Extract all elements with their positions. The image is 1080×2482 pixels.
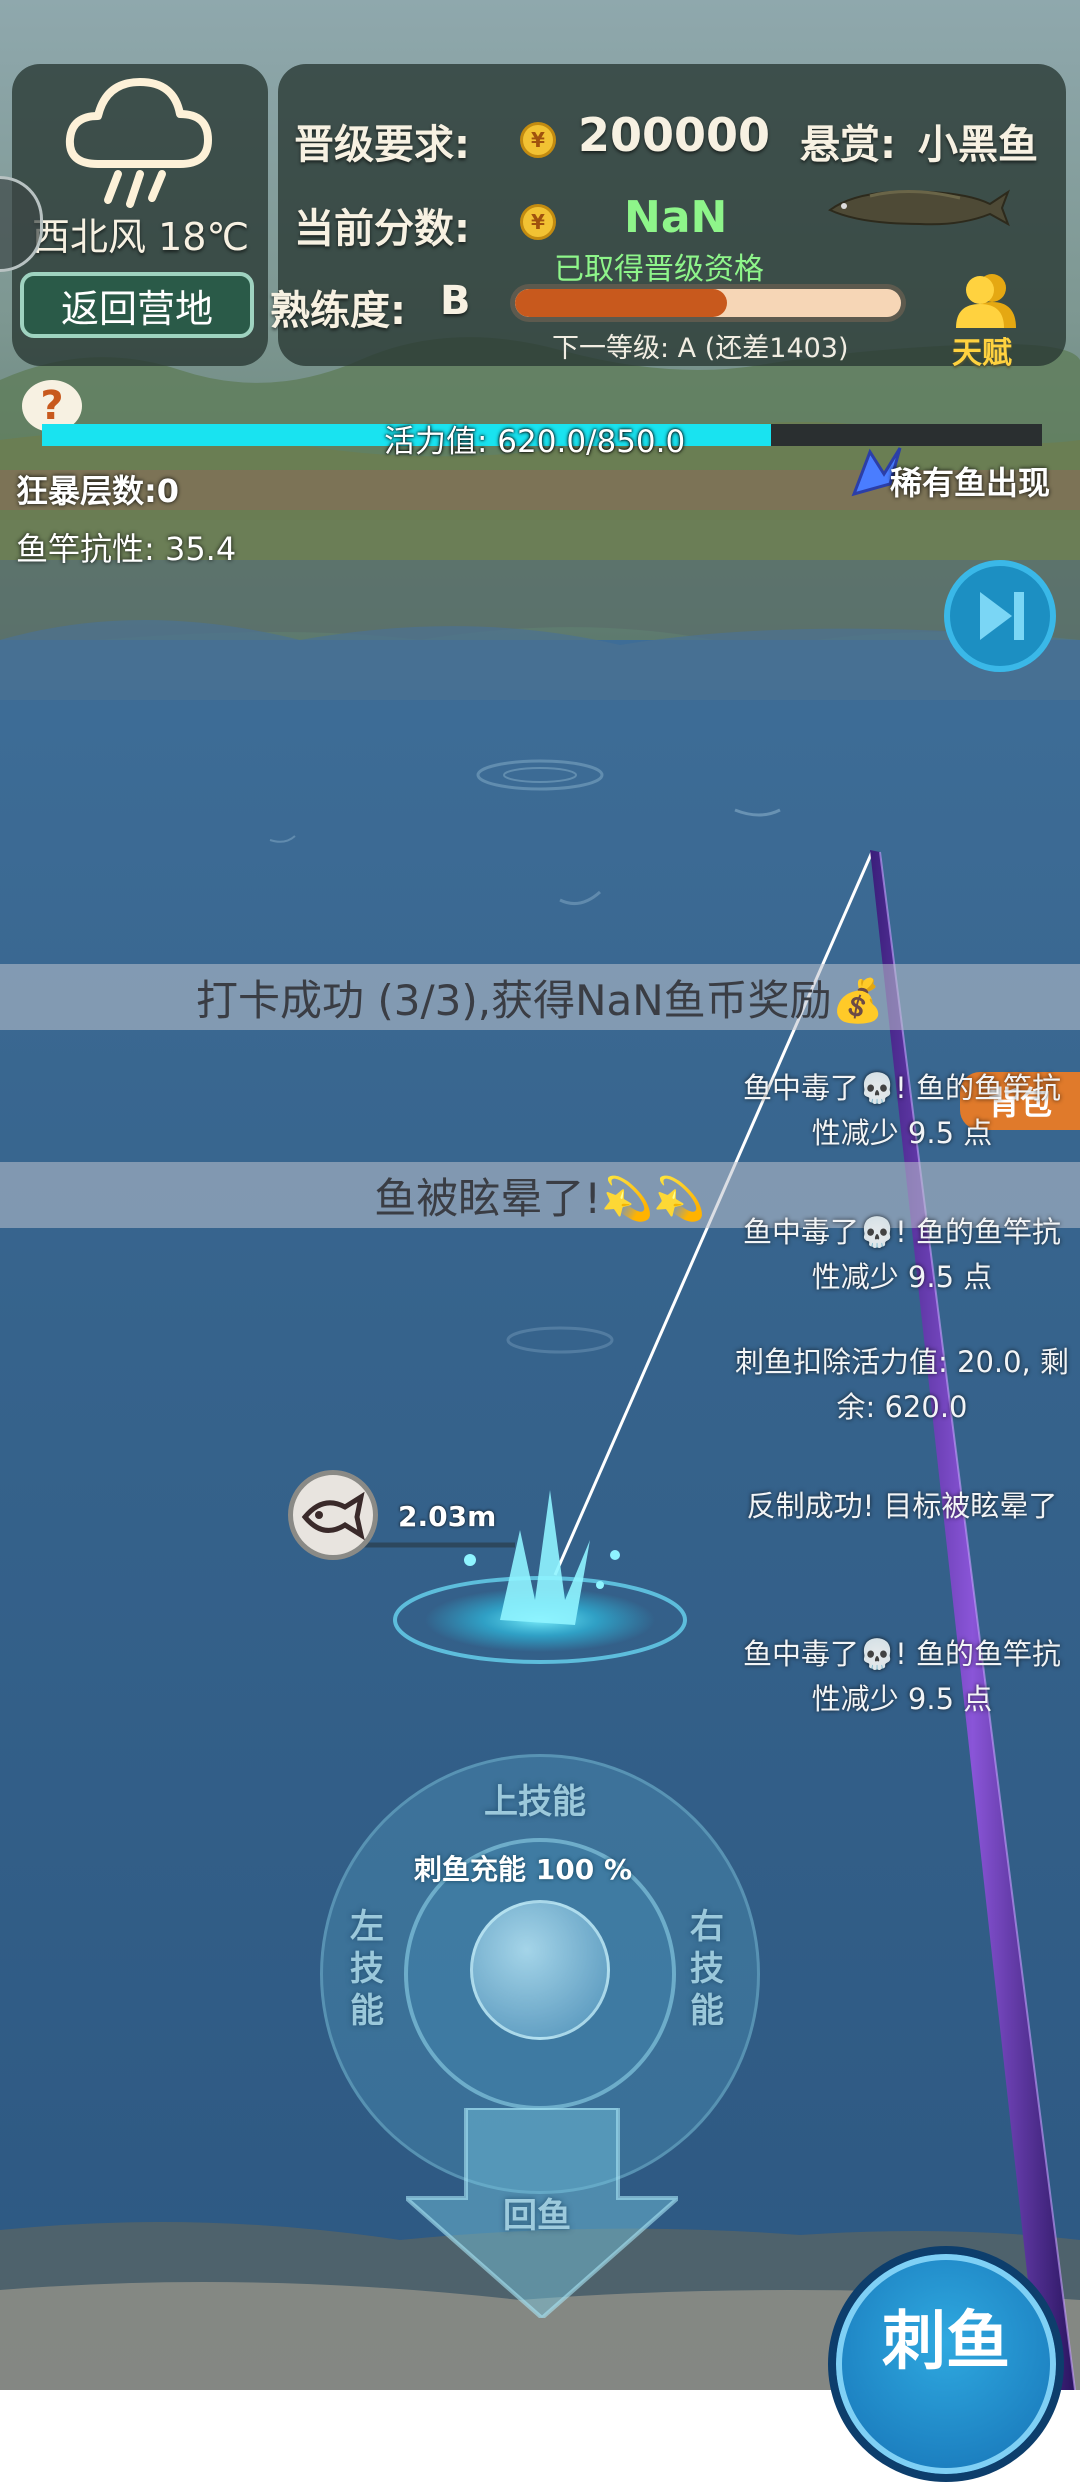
rare-fish-label: 稀有鱼出现: [890, 464, 1051, 502]
log-message: 鱼中毒了💀! 鱼的鱼竿抗性减少 9.5 点: [743, 1637, 1061, 1716]
joystick-knob[interactable]: [470, 1900, 610, 2040]
vitality-text: 活力值: 620.0/850.0: [384, 424, 686, 460]
log-message: 鱼中毒了💀! 鱼的鱼竿抗性减少 9.5 点: [743, 1215, 1061, 1294]
question-icon: ?: [40, 383, 64, 429]
talent-button[interactable]: 天赋: [944, 270, 1024, 371]
bounty-fish-icon: [828, 189, 1010, 227]
reel-label: 回鱼: [503, 2196, 571, 2236]
log-message: 刺鱼扣除活力值: 20.0, 剩余: 620.0: [735, 1345, 1069, 1424]
left-skill-button[interactable]: 左技能: [350, 1906, 390, 2032]
qualified-status: 已取得晋级资格: [554, 252, 764, 287]
proficiency-grade: B: [440, 278, 471, 324]
skip-button[interactable]: [944, 560, 1056, 672]
charge-status: 刺鱼充能 100 %: [414, 1853, 632, 1886]
stab-fish-label: 刺鱼: [882, 2305, 1010, 2379]
log-message: 反制成功! 目标被眩晕了: [746, 1489, 1058, 1523]
skip-forward-icon: [980, 592, 1024, 640]
wind-direction: 西北风: [32, 215, 147, 259]
promotion-label: 晋级要求:: [294, 122, 470, 168]
rod-resistance-text: 鱼竿抗性: 35.4: [16, 530, 237, 568]
fish-distance: 2.03m: [398, 1500, 497, 1533]
score-label: 当前分数:: [294, 206, 470, 252]
return-camp-label: 返回营地: [60, 286, 213, 331]
coin-icon: ¥: [520, 204, 556, 240]
fish-icon: [301, 1491, 365, 1541]
score-value: NaN: [624, 192, 728, 243]
weather-panel: 西北风 18℃ 返回营地: [12, 64, 268, 366]
return-camp-button[interactable]: 返回营地: [20, 272, 254, 338]
bounty-label: 悬赏:: [800, 122, 896, 168]
proficiency-fill: [515, 289, 728, 317]
fish-marker: [288, 1470, 378, 1560]
proficiency-label: 熟练度:: [270, 288, 406, 334]
checkin-banner: 打卡成功 (3/3),获得NaN鱼币奖励💰: [0, 964, 1080, 1030]
rare-fish-indicator: 稀有鱼出现: [850, 444, 1080, 502]
rage-stack-text: 狂暴层数:0: [16, 472, 180, 510]
rain-cloud-icon: [65, 78, 212, 208]
bounty-fish-name: 小黑鱼: [918, 122, 1038, 168]
coin-icon: ¥: [520, 122, 556, 158]
next-level-text: 下一等级: A (还差1403): [552, 333, 849, 364]
talent-icon: [956, 274, 1016, 328]
temperature: 18℃: [158, 215, 250, 259]
right-skill-button[interactable]: 右技能: [690, 1906, 730, 2032]
promotion-value: 200000: [578, 108, 771, 162]
talent-label: 天赋: [952, 336, 1012, 371]
up-skill-button[interactable]: 上技能: [484, 1774, 586, 1823]
stab-fish-button[interactable]: 刺鱼: [828, 2246, 1064, 2482]
log-message: 鱼中毒了💀! 鱼的鱼竿抗性减少 9.5 点: [743, 1071, 1061, 1150]
proficiency-bar: [510, 284, 906, 322]
